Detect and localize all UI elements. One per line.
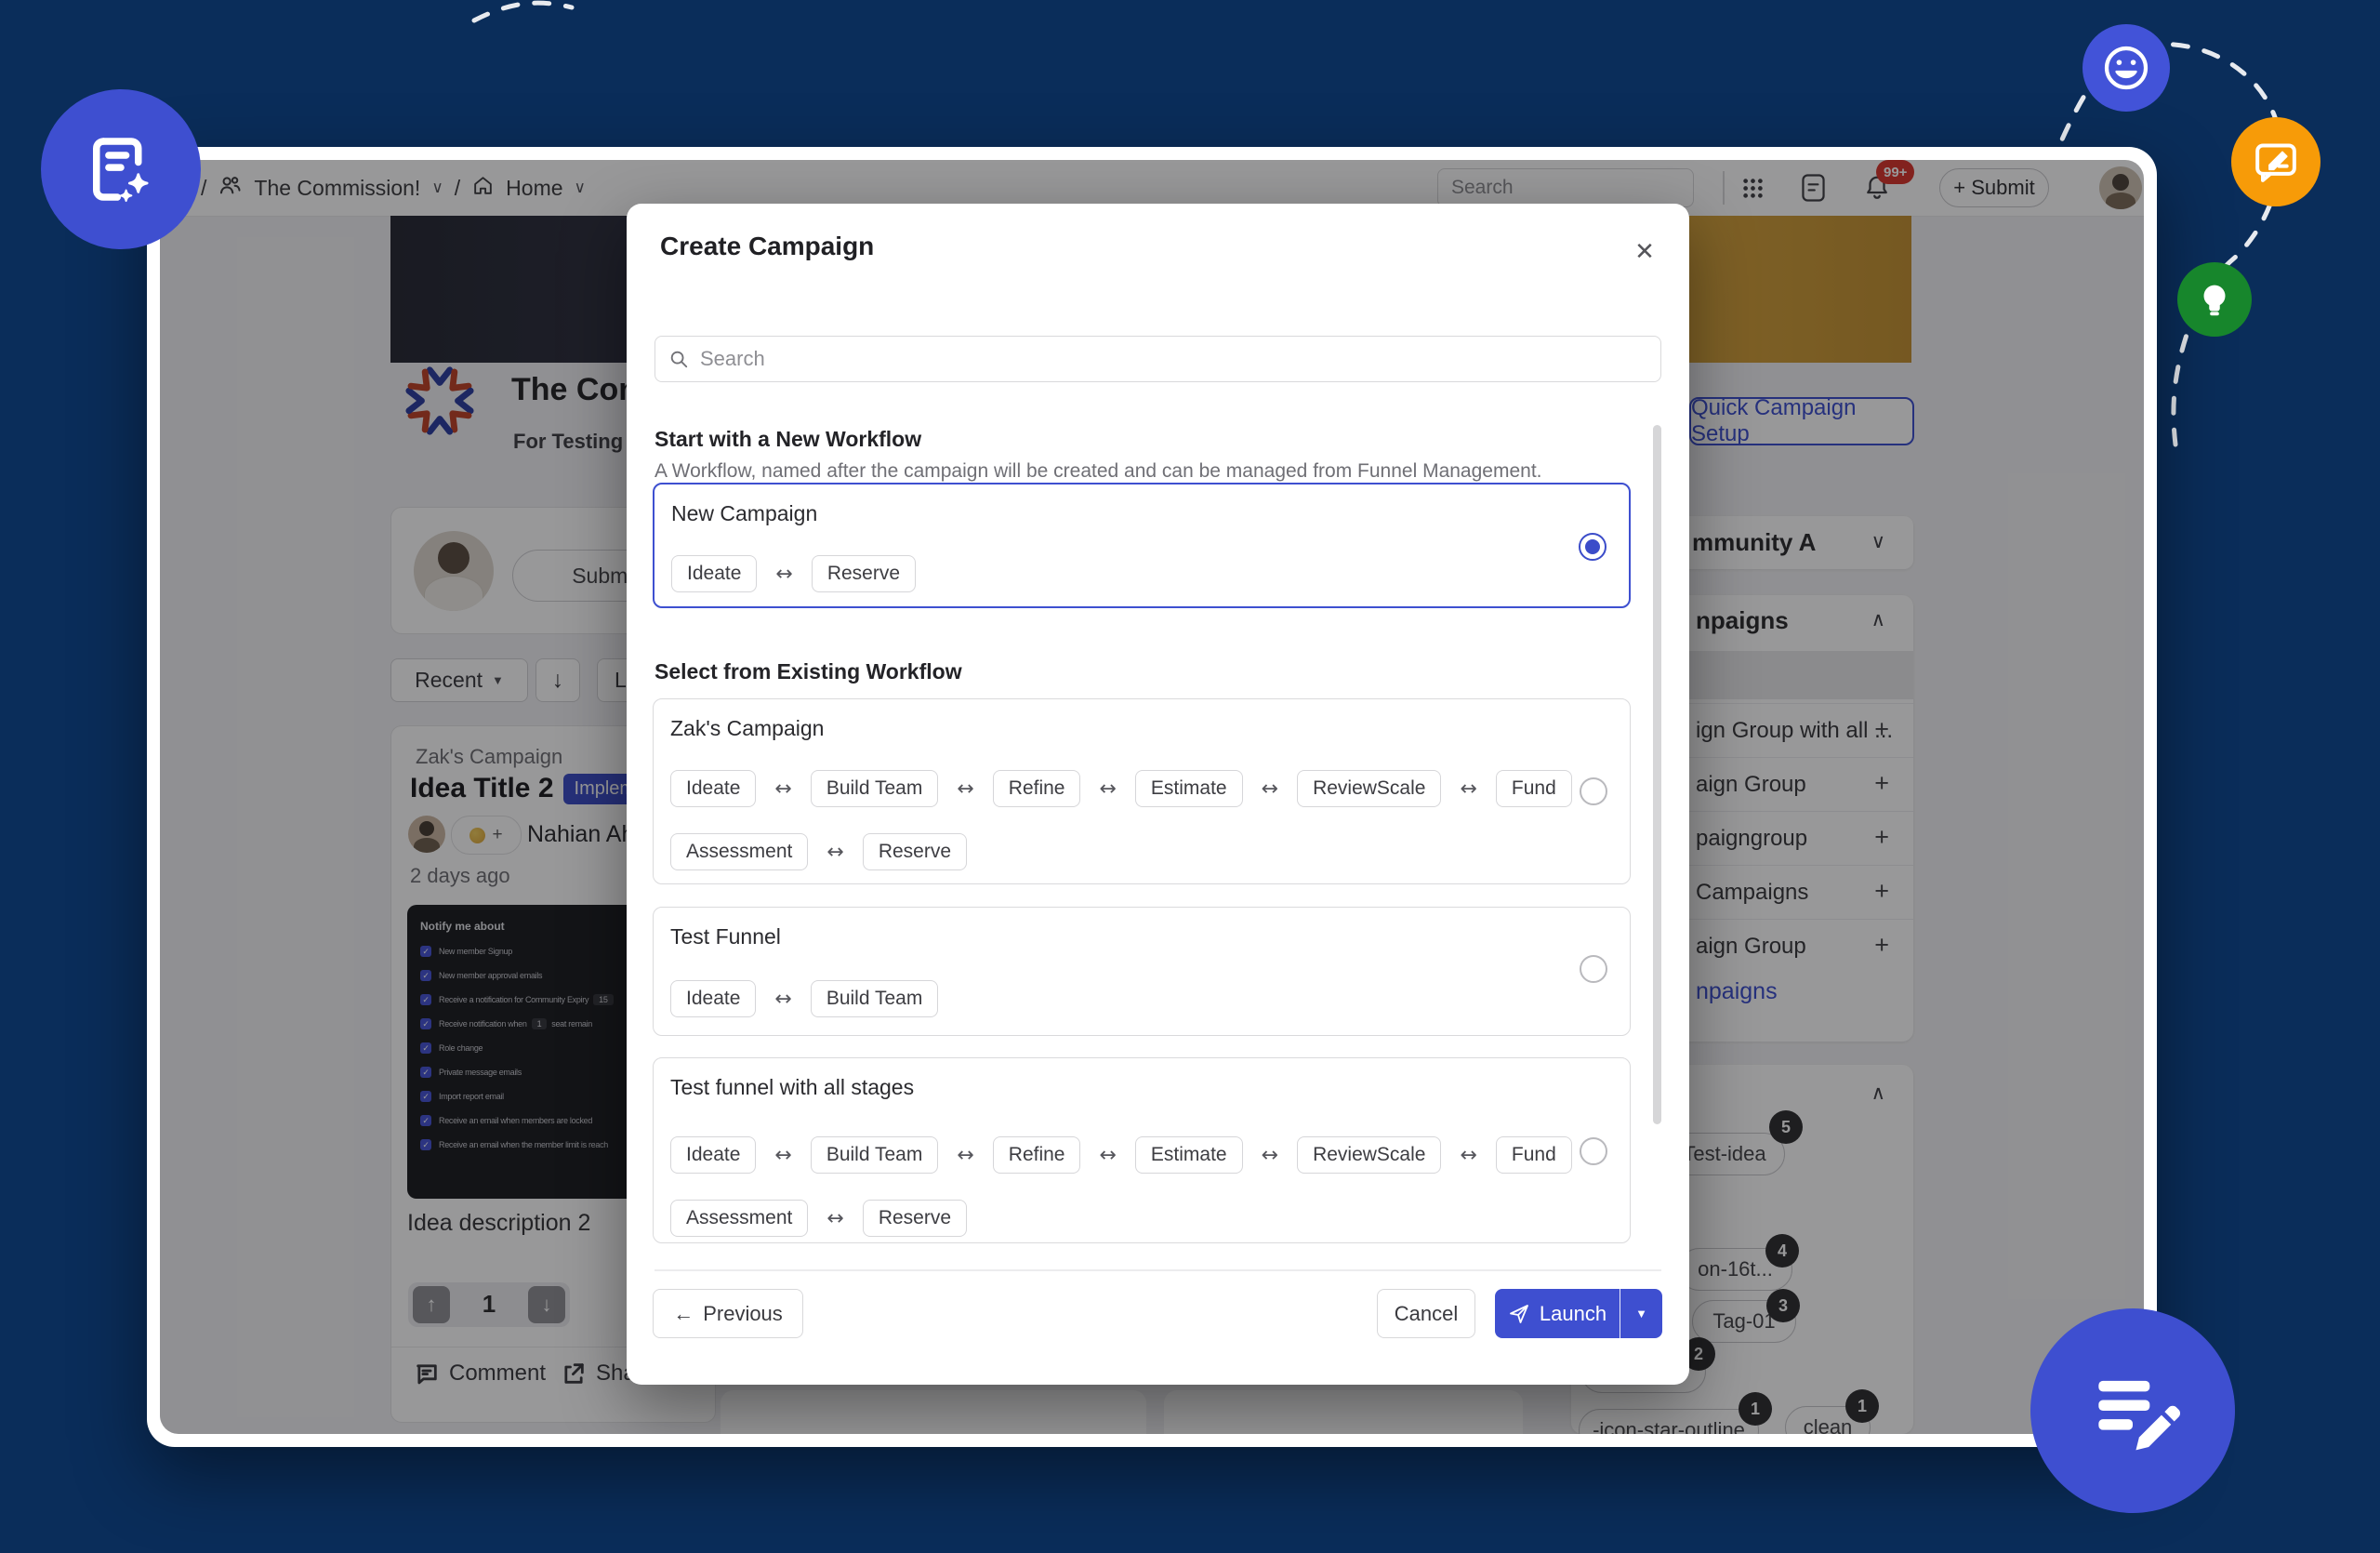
workflow-row: Assessment ↔ Reserve bbox=[670, 833, 1609, 870]
workflow-stage: Build Team bbox=[811, 1136, 939, 1174]
workflow-stage: ↔ bbox=[774, 1144, 791, 1167]
new-campaign-card[interactable]: New Campaign Ideate ↔ Reserve bbox=[653, 483, 1631, 608]
workflow-stage: ↔ bbox=[1099, 1144, 1116, 1167]
workflow-stage: ↔ bbox=[957, 1144, 973, 1167]
paper-plane-icon bbox=[1508, 1303, 1530, 1325]
workflow-stages: Ideate ↔ Build Team ↔ Refine ↔ Estimate ↔ Review… bbox=[670, 770, 1609, 870]
notes-sparkle-icon bbox=[41, 89, 201, 249]
radio-unselected[interactable] bbox=[1580, 1137, 1607, 1165]
workflow-stage: ↔ bbox=[775, 563, 792, 586]
radio-unselected[interactable] bbox=[1580, 777, 1607, 805]
launch-label: Launch bbox=[1540, 1302, 1606, 1326]
workflow-stages: Ideate ↔ Reserve bbox=[671, 555, 916, 592]
new-workflow-subheading: A Workflow, named after the campaign wil… bbox=[654, 460, 1542, 483]
workflow-stage: Assessment bbox=[670, 833, 808, 870]
workflow-stage: ↔ bbox=[1099, 777, 1116, 801]
search-icon bbox=[668, 349, 689, 369]
compose-list-icon bbox=[2030, 1308, 2235, 1513]
workflow-stages: Ideate ↔ Build Team ↔ Refine ↔ Estimate ↔ Review… bbox=[670, 1136, 1609, 1237]
workflow-card[interactable]: Test funnel with all stages Ideate ↔ Build… bbox=[653, 1057, 1631, 1243]
previous-button[interactable]: ← Previous bbox=[653, 1289, 803, 1338]
workflow-stage: Ideate bbox=[670, 1136, 756, 1174]
radio-unselected[interactable] bbox=[1580, 955, 1607, 983]
workflow-stage: ↔ bbox=[1460, 777, 1476, 801]
workflow-stage: Ideate bbox=[670, 770, 756, 807]
workflow-row: Assessment ↔ Reserve bbox=[670, 1200, 1609, 1237]
workflow-stage: ↔ bbox=[1460, 1144, 1476, 1167]
modal-title: Create Campaign bbox=[660, 232, 874, 261]
workflow-card-title: Test funnel with all stages bbox=[670, 1075, 914, 1100]
workflow-row: Ideate ↔ Reserve bbox=[671, 555, 916, 592]
workflow-stage: ↔ bbox=[826, 1207, 843, 1230]
previous-label: Previous bbox=[703, 1302, 783, 1326]
app-window: / The Commission! ∨ / Home ∨ bbox=[147, 147, 2157, 1447]
app-page: / The Commission! ∨ / Home ∨ bbox=[160, 160, 2144, 1434]
workflow-row: Ideate ↔ Build Team bbox=[670, 980, 938, 1017]
workflow-row: Ideate ↔ Build Team ↔ Refine ↔ Estimate ↔ Review… bbox=[670, 770, 1609, 807]
launch-button[interactable]: Launch bbox=[1495, 1289, 1620, 1338]
workflow-stage: ReviewScale bbox=[1297, 1136, 1441, 1174]
workflow-stage: ↔ bbox=[957, 777, 973, 801]
smiley-icon bbox=[2082, 24, 2170, 112]
workflow-stage: Reserve bbox=[863, 833, 967, 870]
workflow-stage: Ideate bbox=[671, 555, 757, 592]
workflow-stage: ↔ bbox=[826, 841, 843, 864]
workflow-stages: Ideate ↔ Build Team bbox=[670, 980, 938, 1017]
modal-scrollbar[interactable] bbox=[1653, 425, 1661, 1124]
existing-workflow-heading: Select from Existing Workflow bbox=[654, 659, 962, 684]
workflow-stage: Reserve bbox=[863, 1200, 967, 1237]
workflow-stage: Fund bbox=[1496, 1136, 1572, 1174]
workflow-search-input[interactable] bbox=[698, 346, 1647, 372]
workflow-stage: ↔ bbox=[774, 988, 791, 1011]
workflow-stage: Estimate bbox=[1135, 1136, 1243, 1174]
radio-selected[interactable] bbox=[1579, 533, 1606, 561]
footer-divider bbox=[654, 1269, 1661, 1271]
workflow-stage: Estimate bbox=[1135, 770, 1243, 807]
workflow-card-title: New Campaign bbox=[671, 501, 817, 526]
workflow-stage: ReviewScale bbox=[1297, 770, 1441, 807]
workflow-stage: Build Team bbox=[811, 770, 939, 807]
workflow-stage: ↔ bbox=[1262, 777, 1278, 801]
workflow-row: Ideate ↔ Build Team ↔ Refine ↔ Estimate ↔ Review… bbox=[670, 1136, 1609, 1174]
back-arrow-icon: ← bbox=[673, 1302, 694, 1326]
create-campaign-modal: Create Campaign ✕ Start with a New Workf… bbox=[627, 204, 1689, 1385]
workflow-card-title: Test Funnel bbox=[670, 924, 781, 949]
workflow-stage: Build Team bbox=[811, 980, 939, 1017]
workflow-stage: ↔ bbox=[1262, 1144, 1278, 1167]
workflow-stage: Assessment bbox=[670, 1200, 808, 1237]
workflow-stage: Fund bbox=[1496, 770, 1572, 807]
workflow-card[interactable]: Test Funnel Ideate ↔ Build Team bbox=[653, 907, 1631, 1036]
close-icon[interactable]: ✕ bbox=[1629, 235, 1660, 267]
feedback-image-icon bbox=[2231, 117, 2320, 206]
workflow-stage: Refine bbox=[993, 1136, 1081, 1174]
new-workflow-heading: Start with a New Workflow bbox=[654, 427, 921, 452]
lightbulb-icon bbox=[2177, 262, 2252, 337]
workflow-card-title: Zak's Campaign bbox=[670, 716, 824, 741]
workflow-stage: ↔ bbox=[774, 777, 791, 801]
workflow-search[interactable] bbox=[654, 336, 1661, 382]
launch-dropdown-button[interactable]: ▼ bbox=[1620, 1289, 1662, 1338]
workflow-stage: Ideate bbox=[670, 980, 756, 1017]
workflow-stage: Refine bbox=[993, 770, 1081, 807]
caret-down-icon: ▼ bbox=[1635, 1307, 1647, 1321]
cancel-button[interactable]: Cancel bbox=[1377, 1289, 1475, 1338]
workflow-stage: Reserve bbox=[812, 555, 916, 592]
workflow-card[interactable]: Zak's Campaign Ideate ↔ Build Team ↔ Refine ↔… bbox=[653, 698, 1631, 884]
